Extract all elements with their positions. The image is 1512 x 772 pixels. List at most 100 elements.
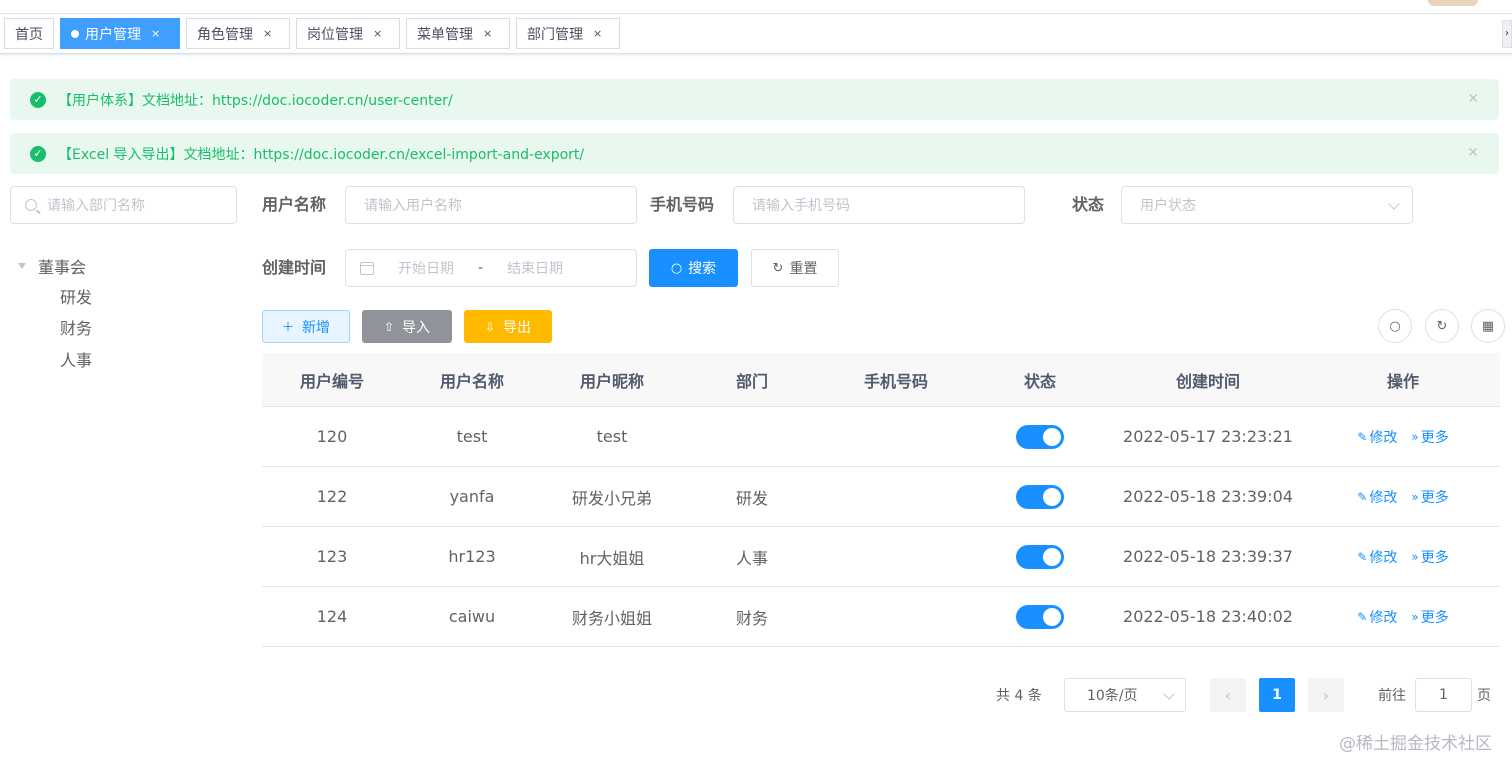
- col-header-nickname[interactable]: 用户昵称: [542, 353, 682, 406]
- more-button[interactable]: » 更多: [1411, 427, 1448, 447]
- close-icon[interactable]: ✕: [1467, 145, 1479, 161]
- page-size-select[interactable]: 10条/页: [1064, 678, 1186, 712]
- col-header-user-id[interactable]: 用户编号: [262, 353, 402, 406]
- switch-knob: [1043, 607, 1061, 626]
- more-button[interactable]: » 更多: [1411, 487, 1448, 507]
- edit-icon: ✎: [1357, 609, 1368, 624]
- add-button[interactable]: ＋ 新增: [262, 310, 350, 343]
- chevron-down-icon: [1163, 688, 1175, 700]
- grid-icon: ▦: [1481, 318, 1495, 334]
- chevron-down-icon: [1388, 198, 1400, 210]
- pagination-total: 共 4 条: [996, 688, 1042, 704]
- import-button[interactable]: ⇧ 导入: [362, 310, 452, 343]
- status-select[interactable]: 用户状态: [1121, 186, 1413, 224]
- switch-knob: [1043, 487, 1061, 506]
- cell-created: 2022-05-17 23:23:21: [1123, 427, 1293, 446]
- cell-nickname: test: [596, 427, 628, 446]
- cell-created: 2022-05-18 23:39:37: [1123, 547, 1293, 566]
- start-date-input[interactable]: 开始日期: [398, 258, 454, 278]
- export-button[interactable]: ⇩ 导出: [464, 310, 552, 343]
- tree-node-rd[interactable]: 研发: [60, 286, 92, 310]
- page-size-value: 10条/页: [1087, 688, 1138, 704]
- mobile-input[interactable]: 请输入手机号码: [733, 186, 1025, 224]
- edit-button[interactable]: ✎ 修改: [1357, 607, 1397, 627]
- tree-node-root[interactable]: 董事会: [18, 254, 86, 278]
- search-icon: ○: [1389, 318, 1401, 334]
- cell-nickname: hr大姐姐: [579, 548, 645, 568]
- close-icon[interactable]: ×: [373, 27, 382, 40]
- tree-node-label: 董事会: [38, 258, 87, 277]
- goto-page-input[interactable]: 1: [1415, 678, 1472, 712]
- cell-dept: [682, 407, 822, 466]
- page-number-current[interactable]: 1: [1259, 678, 1295, 712]
- cell-user-id: 120: [316, 427, 348, 446]
- double-arrow-right-icon: »: [1411, 549, 1419, 564]
- search-button-label: 搜索: [688, 261, 717, 277]
- edit-label: 修改: [1369, 429, 1398, 446]
- end-date-input[interactable]: 结束日期: [507, 258, 563, 278]
- alert-text[interactable]: 【用户体系】文档地址：https://doc.iocoder.cn/user-c…: [58, 90, 453, 110]
- tag-home[interactable]: 首页: [4, 18, 54, 49]
- mobile-placeholder: 请输入手机号码: [752, 198, 850, 214]
- col-header-mobile[interactable]: 手机号码: [822, 353, 970, 406]
- table-row[interactable]: 124 caiwu 财务小姐姐 财务 2022-05-18 23:40:02 ✎…: [262, 587, 1500, 647]
- caret-down-icon[interactable]: [18, 263, 26, 269]
- more-button[interactable]: » 更多: [1411, 607, 1448, 627]
- more-button[interactable]: » 更多: [1411, 547, 1448, 567]
- refresh-table-button[interactable]: ↻: [1425, 309, 1459, 343]
- tag-label: 岗位管理: [307, 26, 363, 43]
- date-range-picker[interactable]: 开始日期 - 结束日期: [345, 249, 637, 287]
- watermark: @稀土掘金技术社区: [1339, 734, 1492, 754]
- edit-icon: ✎: [1357, 549, 1368, 564]
- prev-page-button[interactable]: ‹: [1210, 678, 1246, 712]
- col-header-username[interactable]: 用户名称: [402, 353, 542, 406]
- status-switch[interactable]: [1016, 604, 1064, 629]
- col-header-created[interactable]: 创建时间: [1110, 353, 1306, 406]
- search-icon: ○: [670, 260, 683, 276]
- tag-menu-management[interactable]: 菜单管理 ×: [406, 18, 510, 49]
- tag-dept-management[interactable]: 部门管理 ×: [516, 18, 620, 49]
- close-icon[interactable]: ✕: [1467, 91, 1479, 107]
- tree-node-hr[interactable]: 人事: [60, 349, 92, 373]
- col-header-status[interactable]: 状态: [970, 353, 1110, 406]
- tag-role-management[interactable]: 角色管理 ×: [186, 18, 290, 49]
- cell-mobile: [822, 587, 970, 646]
- username-placeholder: 请输入用户名称: [364, 198, 462, 214]
- columns-button[interactable]: ▦: [1471, 309, 1505, 343]
- status-label: 状态: [1072, 195, 1105, 214]
- toggle-search-button[interactable]: ○: [1378, 309, 1412, 343]
- username-input[interactable]: 请输入用户名称: [345, 186, 637, 224]
- table-row[interactable]: 122 yanfa 研发小兄弟 研发 2022-05-18 23:39:04 ✎…: [262, 467, 1500, 527]
- table-row[interactable]: 123 hr123 hr大姐姐 人事 2022-05-18 23:39:37 ✎…: [262, 527, 1500, 587]
- status-switch[interactable]: [1016, 544, 1064, 569]
- edit-button[interactable]: ✎ 修改: [1357, 547, 1397, 567]
- check-circle-icon: ✓: [30, 145, 46, 162]
- next-page-button[interactable]: ›: [1308, 678, 1344, 712]
- cell-actions: ✎ 修改 » 更多: [1306, 527, 1500, 586]
- status-switch[interactable]: [1016, 484, 1064, 509]
- close-icon[interactable]: ×: [151, 27, 160, 40]
- table-row[interactable]: 120 test test 2022-05-17 23:23:21 ✎ 修改 » 更…: [262, 407, 1500, 467]
- top-navbar: [0, 0, 1512, 14]
- tag-label: 菜单管理: [417, 26, 473, 43]
- export-button-label: 导出: [503, 319, 532, 336]
- scroll-right-icon[interactable]: ›: [1502, 20, 1512, 48]
- search-button[interactable]: ○ 搜索: [649, 249, 738, 287]
- download-icon: ⇩: [484, 319, 496, 334]
- status-switch[interactable]: [1016, 424, 1064, 449]
- alert-text[interactable]: 【Excel 导入导出】文档地址：https://doc.iocoder.cn/…: [58, 144, 584, 164]
- edit-button[interactable]: ✎ 修改: [1357, 427, 1397, 447]
- close-icon[interactable]: ×: [483, 27, 492, 40]
- avatar[interactable]: [1428, 0, 1478, 6]
- reset-button[interactable]: ↻ 重置: [751, 249, 839, 287]
- close-icon[interactable]: ×: [593, 27, 602, 40]
- dept-search-input[interactable]: 请输入部门名称: [10, 186, 237, 224]
- cell-created: 2022-05-18 23:40:02: [1123, 607, 1293, 626]
- tag-user-management[interactable]: 用户管理 ×: [60, 18, 180, 49]
- tree-node-finance[interactable]: 财务: [60, 317, 92, 341]
- close-icon[interactable]: ×: [263, 27, 272, 40]
- cell-actions: ✎ 修改 » 更多: [1306, 407, 1500, 466]
- edit-button[interactable]: ✎ 修改: [1357, 487, 1397, 507]
- tag-post-management[interactable]: 岗位管理 ×: [296, 18, 400, 49]
- col-header-dept[interactable]: 部门: [682, 353, 822, 406]
